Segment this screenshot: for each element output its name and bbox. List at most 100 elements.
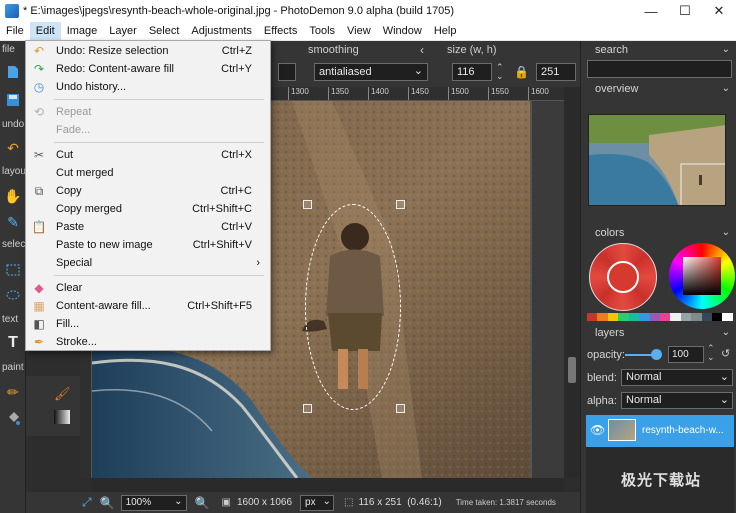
menu-item-clear[interactable]: ◆ Clear: [26, 279, 270, 297]
new-file-icon[interactable]: [3, 63, 23, 81]
menu-file[interactable]: File: [0, 22, 30, 41]
selection-handle-bl[interactable]: [303, 404, 312, 413]
menu-edit[interactable]: Edit: [29, 21, 61, 41]
menu-window[interactable]: Window: [377, 22, 428, 41]
palette-swatch[interactable]: [618, 313, 629, 321]
lock-aspect-icon[interactable]: 🔒: [514, 65, 529, 79]
palette-swatch[interactable]: [597, 313, 608, 321]
overview-thumbnail[interactable]: [588, 114, 726, 206]
menu-item-undo[interactable]: ↶ Undo: Resize selection Ctrl+Z: [26, 42, 270, 60]
menu-item-paste-new-image[interactable]: Paste to new image Ctrl+Shift+V: [26, 236, 270, 254]
zoom-out-icon[interactable]: 🔍: [100, 496, 115, 510]
chevron-down-icon[interactable]: ⌄: [722, 83, 730, 94]
chevron-left-icon[interactable]: ‹: [420, 43, 424, 57]
menu-item-undo-history[interactable]: ◷ Undo history...: [26, 78, 270, 96]
menu-item-copy[interactable]: ⧉ Copy Ctrl+C: [26, 182, 270, 200]
brush-icon[interactable]: 🖌: [54, 386, 72, 402]
pencil-icon[interactable]: ✏: [3, 383, 23, 401]
saturation-square[interactable]: [683, 257, 721, 295]
eye-icon[interactable]: 👁: [590, 423, 605, 437]
vertical-scrollbar[interactable]: [564, 87, 580, 478]
menu-item-label: Cut: [56, 149, 74, 161]
selection-handle-tl[interactable]: [303, 200, 312, 209]
eyedropper-icon[interactable]: ✎: [3, 213, 23, 231]
fit-screen-icon[interactable]: ⤢: [82, 495, 92, 510]
menu-effects[interactable]: Effects: [258, 22, 303, 41]
text-tool-icon[interactable]: T: [3, 334, 23, 352]
menu-item-redo[interactable]: ↷ Redo: Content-aware fill Ctrl+Y: [26, 60, 270, 78]
menu-item-stroke[interactable]: ✒ Stroke...: [26, 333, 270, 351]
unit-select[interactable]: px ⌄: [300, 494, 335, 511]
palette-swatch[interactable]: [691, 313, 702, 321]
palette-swatch[interactable]: [712, 313, 723, 321]
menu-item-cut[interactable]: ✂ Cut Ctrl+X: [26, 146, 270, 164]
palette-swatch[interactable]: [722, 313, 733, 321]
menu-help[interactable]: Help: [428, 22, 463, 41]
palette-swatch[interactable]: [607, 313, 619, 321]
menu-tools[interactable]: Tools: [303, 22, 341, 41]
alpha-select[interactable]: Normal ⌄: [621, 392, 733, 409]
vertical-scroll-thumb[interactable]: [568, 357, 576, 383]
primary-color-swatch[interactable]: [607, 261, 639, 293]
width-spinner-icon[interactable]: ⌃ ⌄: [496, 63, 504, 81]
zoom-in-icon[interactable]: 🔍: [195, 496, 210, 510]
color-palette[interactable]: [587, 313, 733, 321]
layer-row[interactable]: 👁 resynth-beach-w...: [586, 415, 734, 447]
colors-header: colors: [595, 227, 625, 239]
search-input[interactable]: [587, 60, 732, 78]
menu-item-paste[interactable]: 📋 Paste Ctrl+V: [26, 218, 270, 236]
save-icon[interactable]: [3, 91, 23, 109]
menu-item-shortcut: Ctrl+Shift+C: [192, 203, 252, 215]
menu-item-cut-merged[interactable]: Cut merged: [26, 164, 270, 182]
palette-swatch[interactable]: [701, 313, 713, 321]
palette-swatch[interactable]: [659, 313, 671, 321]
hand-icon[interactable]: ✋: [3, 187, 23, 205]
menu-adjustments[interactable]: Adjustments: [185, 22, 258, 41]
reset-icon[interactable]: ↺: [721, 347, 730, 360]
close-button[interactable]: ✕: [702, 0, 736, 22]
zoom-select[interactable]: 100% ⌄: [120, 494, 187, 511]
height-input[interactable]: 251: [536, 63, 576, 81]
horizontal-scrollbar[interactable]: [92, 478, 564, 492]
selection-handle-br[interactable]: [396, 404, 405, 413]
chevron-down-icon[interactable]: ⌄: [722, 44, 730, 55]
shape-option-button[interactable]: [278, 63, 296, 81]
menu-item-special[interactable]: Special ›: [26, 254, 270, 272]
opacity-input[interactable]: 100: [668, 346, 704, 363]
palette-swatch[interactable]: [628, 313, 640, 321]
menu-select[interactable]: Select: [143, 22, 186, 41]
width-input[interactable]: 116: [452, 63, 492, 81]
blend-select[interactable]: Normal ⌄: [621, 369, 733, 386]
smoothing-select[interactable]: antialiased ⌄: [314, 63, 428, 81]
chevron-down-icon[interactable]: ⌄: [722, 327, 730, 338]
primary-color-wheel[interactable]: [589, 243, 657, 311]
selection-outline[interactable]: [305, 204, 401, 410]
menu-item-content-aware-fill[interactable]: ▦ Content-aware fill... Ctrl+Shift+F5: [26, 297, 270, 315]
maximize-button[interactable]: ☐: [668, 0, 702, 22]
palette-swatch[interactable]: [587, 313, 598, 321]
chevron-down-icon[interactable]: ⌄: [722, 227, 730, 238]
copy-icon: ⧉: [34, 183, 44, 198]
palette-swatch[interactable]: [680, 313, 692, 321]
menu-layer[interactable]: Layer: [103, 22, 143, 41]
lasso-select-icon[interactable]: [3, 286, 23, 304]
palette-swatch[interactable]: [639, 313, 650, 321]
menu-item-fill[interactable]: ◧ Fill...: [26, 315, 270, 333]
menu-view[interactable]: View: [341, 22, 377, 41]
gradient-icon[interactable]: [54, 410, 70, 424]
palette-swatch[interactable]: [649, 313, 660, 321]
menu-item-shortcut: Ctrl+Z: [221, 45, 252, 57]
menu-item-copy-merged[interactable]: Copy merged Ctrl+Shift+C: [26, 200, 270, 218]
opacity-spinner-icon[interactable]: ⌃ ⌄: [707, 344, 715, 362]
hue-wheel[interactable]: [669, 243, 735, 309]
selection-handle-tr[interactable]: [396, 200, 405, 209]
opacity-slider[interactable]: [625, 349, 662, 360]
minimize-button[interactable]: —: [634, 0, 668, 22]
opacity-slider-thumb[interactable]: [651, 349, 662, 360]
rect-select-icon[interactable]: [3, 261, 23, 279]
fill-bucket-icon[interactable]: [3, 409, 23, 427]
menu-image[interactable]: Image: [61, 22, 104, 41]
undo-tool-icon[interactable]: ↶: [3, 139, 23, 157]
palette-swatch[interactable]: [670, 313, 681, 321]
ruler-tick: 1500: [448, 87, 469, 100]
